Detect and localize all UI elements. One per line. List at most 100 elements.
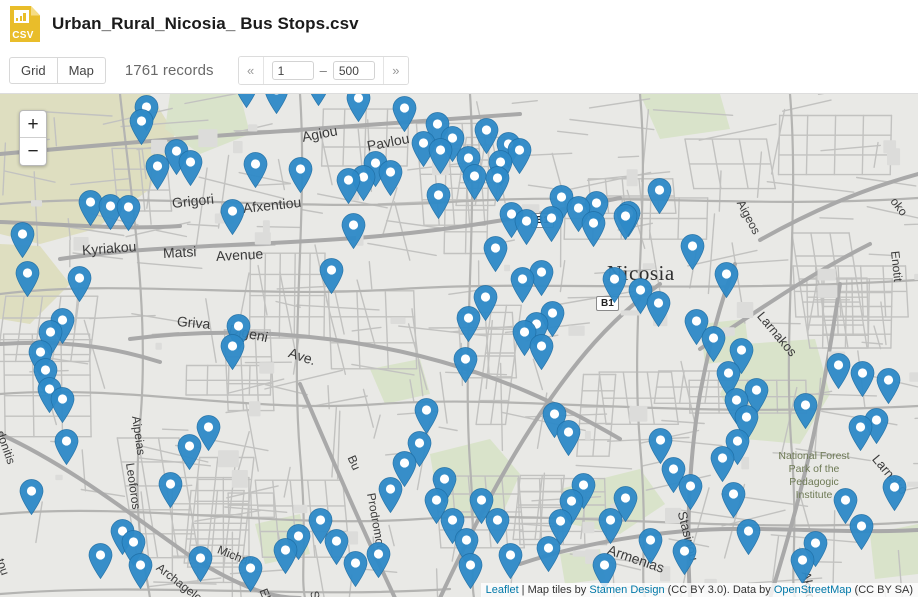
map-marker-pin[interactable] — [458, 553, 483, 589]
csv-file-icon: CSV — [10, 6, 40, 42]
map-marker-pin[interactable] — [581, 211, 606, 247]
map-marker-pin[interactable] — [453, 347, 478, 383]
csv-map-viewer-app: CSV Urban_Rural_Nicosia_ Bus Stops.csv G… — [0, 0, 918, 597]
map-marker-pin[interactable] — [366, 542, 391, 578]
map-marker-pin[interactable] — [177, 434, 202, 470]
map-marker-pin[interactable] — [343, 551, 368, 587]
stamen-link[interactable]: Stamen Design — [589, 584, 664, 596]
pagination-dash: – — [319, 63, 327, 78]
map-marker-pin[interactable] — [485, 166, 510, 202]
map-marker-pin[interactable] — [483, 236, 508, 272]
grid-view-button[interactable]: Grid — [9, 57, 58, 84]
map-marker-pin[interactable] — [15, 261, 40, 297]
map-marker-pin[interactable] — [736, 519, 761, 555]
park-label-line: Park of the — [788, 463, 840, 475]
map-marker-pin[interactable] — [790, 548, 815, 584]
pagination-from-input[interactable] — [271, 61, 314, 80]
map-marker-pin[interactable] — [336, 168, 361, 204]
map-marker-pin[interactable] — [378, 160, 403, 196]
map-marker-pin[interactable] — [876, 368, 901, 404]
map-marker-pin[interactable] — [598, 508, 623, 544]
map-marker-pin[interactable] — [129, 109, 154, 145]
map-marker-pin[interactable] — [145, 154, 170, 190]
map-marker-pin[interactable] — [220, 334, 245, 370]
map-marker-pin[interactable] — [529, 334, 554, 370]
map-marker-pin[interactable] — [50, 387, 75, 423]
openstreetmap-link[interactable]: OpenStreetMap — [774, 584, 852, 596]
map-marker-pin[interactable] — [116, 195, 141, 231]
map-marker-pin[interactable] — [128, 553, 153, 589]
pagination: « – » — [237, 56, 409, 85]
zoom-in-button[interactable]: + — [20, 111, 46, 138]
map-marker-pin[interactable] — [88, 543, 113, 579]
map-marker-pin[interactable] — [678, 474, 703, 510]
leaflet-link[interactable]: Leaflet — [486, 584, 519, 596]
pagination-next-button[interactable]: » — [382, 57, 408, 84]
pagination-range: – — [264, 61, 383, 80]
map-marker-pin[interactable] — [710, 446, 735, 482]
map-marker-pin[interactable] — [67, 266, 92, 302]
map-marker-pin[interactable] — [234, 94, 259, 108]
attribution-tiles-prefix: Map tiles by — [527, 584, 590, 596]
map-marker-pin[interactable] — [826, 353, 851, 389]
map-marker-pin[interactable] — [647, 178, 672, 214]
map-marker-pin[interactable] — [220, 199, 245, 235]
map-marker-pin[interactable] — [721, 482, 746, 518]
map-marker-pin[interactable] — [19, 479, 44, 515]
csv-icon-chart-glyph — [14, 10, 29, 23]
map-marker-pin[interactable] — [848, 415, 873, 451]
map-marker-pin[interactable] — [556, 420, 581, 456]
map-marker-pin[interactable] — [793, 393, 818, 429]
map-zoom-controls: + − — [19, 110, 47, 166]
map-marker-pin[interactable] — [882, 475, 907, 511]
record-count-label: 1761 records — [124, 62, 214, 79]
map-marker-pin[interactable] — [613, 204, 638, 240]
map-marker-pin[interactable] — [243, 152, 268, 188]
map-marker-pin[interactable] — [638, 528, 663, 564]
map-marker-pin[interactable] — [428, 138, 453, 174]
map-marker-pin[interactable] — [456, 306, 481, 342]
map-marker-pin[interactable] — [341, 213, 366, 249]
map-view-button[interactable]: Map — [57, 57, 106, 84]
map-marker-pin[interactable] — [273, 538, 298, 574]
map-marker-pin[interactable] — [54, 429, 79, 465]
page-title: Urban_Rural_Nicosia_ Bus Stops.csv — [52, 14, 359, 33]
map-marker-pin[interactable] — [306, 94, 331, 106]
map-marker-pin[interactable] — [426, 183, 451, 219]
map-marker-pin[interactable] — [498, 543, 523, 579]
map-marker-pin[interactable] — [188, 546, 213, 582]
map-marker-pin[interactable] — [462, 164, 487, 200]
map-marker-pin[interactable] — [849, 514, 874, 550]
map-marker-pin[interactable] — [602, 267, 627, 303]
map-canvas[interactable]: + − Agiou Pavlou Grigori Afxentiou Kyriakou M… — [0, 93, 918, 597]
map-marker-pin[interactable] — [392, 96, 417, 132]
pagination-prev-button[interactable]: « — [238, 57, 264, 84]
map-marker-pin[interactable] — [319, 258, 344, 294]
map-marker-pin[interactable] — [536, 536, 561, 572]
pagination-to-input[interactable] — [332, 61, 375, 80]
map-marker-pin[interactable] — [485, 508, 510, 544]
map-marker-pin[interactable] — [850, 361, 875, 397]
map-marker-pin[interactable] — [178, 150, 203, 186]
map-marker-pin[interactable] — [158, 472, 183, 508]
map-marker-pin[interactable] — [514, 209, 539, 245]
attribution-data-prefix: . Data by — [726, 584, 774, 596]
map-marker-pin[interactable] — [714, 262, 739, 298]
map-marker-pin[interactable] — [510, 267, 535, 303]
map-marker-pin[interactable] — [539, 206, 564, 242]
view-mode-switch: Grid Map — [9, 57, 106, 84]
map-marker-pin[interactable] — [680, 234, 705, 270]
map-marker-pin[interactable] — [378, 477, 403, 513]
app-header: CSV Urban_Rural_Nicosia_ Bus Stops.csv — [0, 0, 918, 48]
map-marker-pin[interactable] — [646, 291, 671, 327]
map-marker-pin[interactable] — [238, 556, 263, 592]
map-marker-pin[interactable] — [701, 326, 726, 362]
map-marker-pin[interactable] — [10, 222, 35, 258]
map-marker-pin[interactable] — [672, 539, 697, 575]
csv-icon-label: CSV — [12, 30, 34, 41]
map-marker-pin[interactable] — [414, 398, 439, 434]
zoom-out-button[interactable]: − — [20, 138, 46, 165]
map-marker-pin[interactable] — [264, 94, 289, 114]
map-marker-pin[interactable] — [346, 94, 371, 122]
map-marker-pin[interactable] — [288, 157, 313, 193]
